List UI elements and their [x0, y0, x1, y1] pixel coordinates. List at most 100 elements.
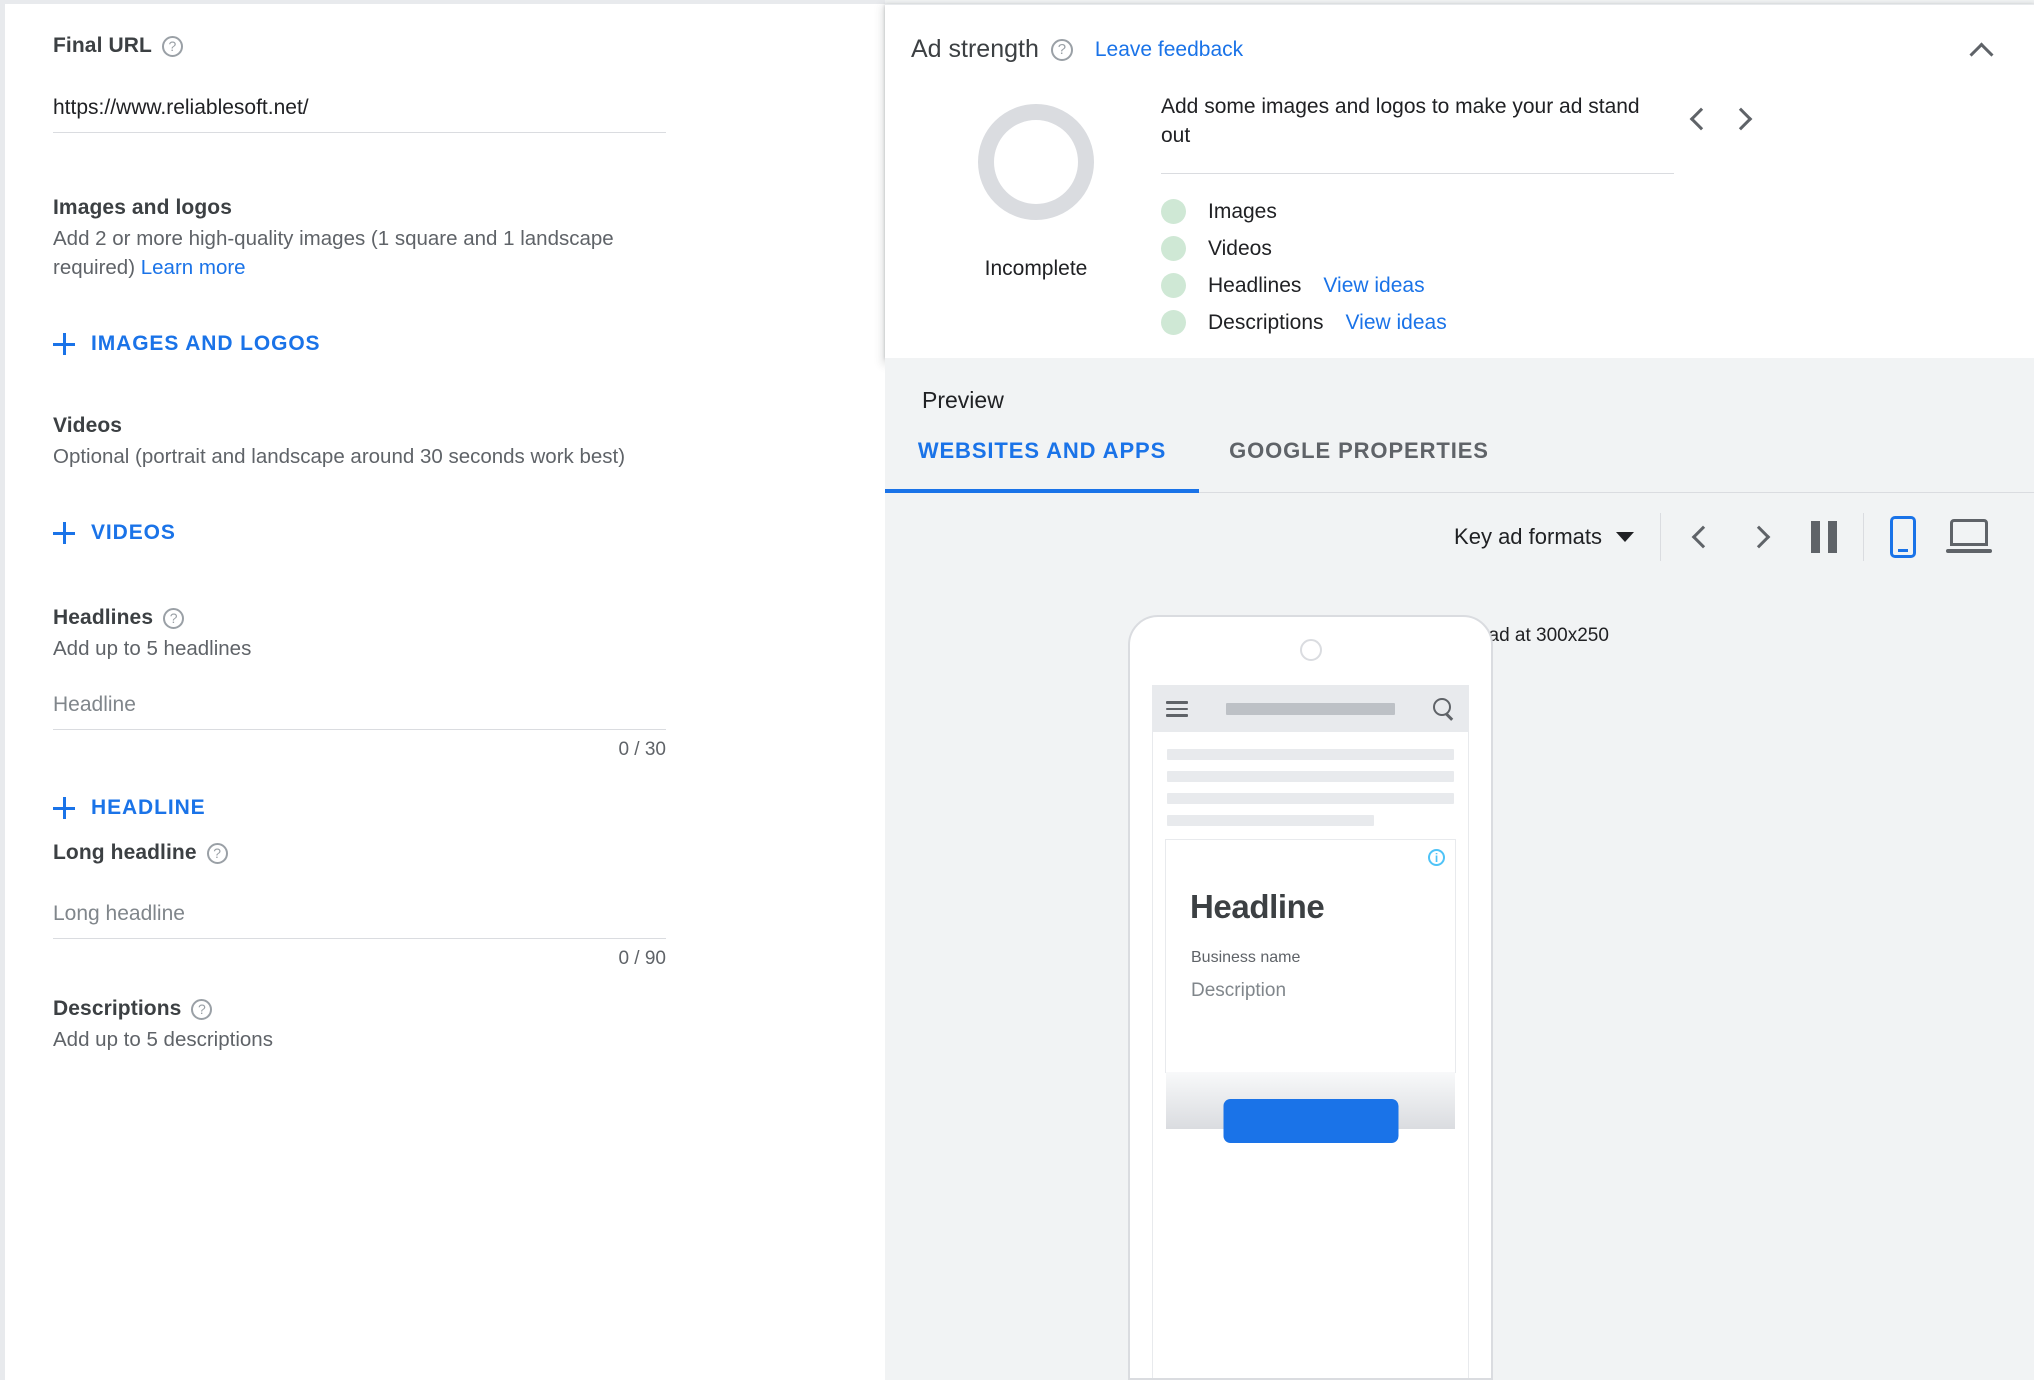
laptop-device-icon[interactable] — [1946, 519, 1992, 555]
ads-editor-screen: Final URL ? https://www.reliablesoft.net… — [0, 0, 2034, 1380]
add-headline-button[interactable]: HEADLINE — [53, 796, 666, 820]
chevron-up-icon[interactable] — [1970, 37, 1996, 63]
add-videos-button[interactable]: VIDEOS — [53, 521, 625, 545]
mock-browser-bar — [1153, 686, 1468, 732]
images-learn-more-link[interactable]: Learn more — [141, 256, 246, 279]
caret-down-icon — [1616, 532, 1634, 542]
strength-donut-ring — [978, 104, 1094, 220]
ad-strength-status: Incomplete — [984, 257, 1088, 280]
descriptions-label: Descriptions — [53, 997, 182, 1020]
view-ideas-link-headlines[interactable]: View ideas — [1323, 274, 1424, 298]
key-ad-formats-select[interactable]: Key ad formats — [1454, 524, 1634, 550]
chevron-right-icon[interactable] — [1749, 524, 1775, 550]
ad-preview-cta-button[interactable] — [1223, 1099, 1398, 1143]
descriptions-description: Add up to 5 descriptions — [53, 1028, 273, 1051]
headlines-label-row: Headlines ? — [53, 606, 666, 630]
plus-icon — [53, 522, 75, 544]
plus-icon — [53, 797, 75, 819]
headlines-label: Headlines — [53, 606, 154, 629]
long-headline-counter: 0 / 90 — [618, 948, 666, 969]
status-dot-icon — [1161, 199, 1186, 224]
images-and-logos-section: Images and logos Add 2 or more high-qual… — [53, 196, 653, 356]
videos-label: Videos — [53, 414, 123, 437]
final-url-section: Final URL ? https://www.reliablesoft.net… — [53, 34, 666, 133]
mock-search-field — [1226, 703, 1395, 715]
toolbar-divider — [1660, 513, 1661, 561]
pause-icon[interactable] — [1811, 521, 1837, 553]
status-dot-icon — [1161, 236, 1186, 261]
headlines-section: Headlines ? Add up to 5 headlines Headli… — [53, 606, 666, 820]
view-ideas-link-descriptions[interactable]: View ideas — [1346, 311, 1447, 335]
final-url-field[interactable]: https://www.reliablesoft.net/ — [53, 90, 666, 133]
phone-screen: i Headline Business name Description — [1152, 685, 1469, 1378]
tab-websites-and-apps[interactable]: WEBSITES AND APPS — [885, 438, 1199, 493]
list-item: Images — [1161, 193, 1996, 230]
ad-strength-gauge: Incomplete — [911, 78, 1161, 341]
ad-info-icon[interactable]: i — [1428, 849, 1445, 866]
ad-strength-details: Add some images and logos to make your a… — [1161, 78, 1996, 341]
ad-preview-card: i Headline Business name Description — [1165, 839, 1456, 1143]
final-url-label: Final URL — [53, 34, 152, 57]
mock-content-skeleton — [1153, 732, 1468, 826]
add-images-and-logos-button[interactable]: IMAGES AND LOGOS — [53, 332, 653, 356]
descriptions-section: Descriptions ? Add up to 5 descriptions — [53, 997, 273, 1054]
help-circle-icon[interactable]: ? — [161, 35, 183, 57]
long-headline-input[interactable]: Long headline — [53, 896, 666, 938]
long-headline-field[interactable]: Long headline 0 / 90 — [53, 896, 666, 970]
suggestion-nav — [1685, 92, 1757, 132]
chevron-right-icon[interactable] — [1731, 106, 1757, 132]
final-url-label-row: Final URL ? — [53, 34, 666, 58]
help-circle-icon[interactable]: ? — [163, 607, 185, 629]
preview-toolbar: Key ad formats — [885, 493, 2034, 581]
chevron-left-icon[interactable] — [1687, 524, 1713, 550]
headline-field[interactable]: Headline 0 / 30 — [53, 687, 666, 761]
ad-form-panel: Final URL ? https://www.reliablesoft.net… — [0, 0, 885, 1380]
help-circle-icon[interactable]: ? — [206, 842, 228, 864]
images-and-logos-description-text: Add 2 or more high-quality images (1 squ… — [53, 227, 614, 279]
device-toggle-group — [1890, 516, 1992, 558]
list-item: Descriptions View ideas — [1161, 304, 1996, 341]
phone-mockup: i Headline Business name Description — [1128, 615, 1493, 1380]
help-circle-icon[interactable]: ? — [191, 998, 213, 1020]
key-ad-formats-label: Key ad formats — [1454, 524, 1602, 549]
leave-feedback-link[interactable]: Leave feedback — [1095, 38, 1243, 62]
final-url-input[interactable]: https://www.reliablesoft.net/ — [53, 90, 666, 132]
status-dot-icon — [1161, 310, 1186, 335]
help-circle-icon[interactable]: ? — [1050, 38, 1073, 61]
ad-strength-header: Ad strength ? Leave feedback — [885, 5, 2034, 64]
ad-strength-card: Ad strength ? Leave feedback Incomplete … — [885, 4, 2034, 358]
add-headline-label: HEADLINE — [91, 796, 206, 819]
preview-and-strength-column: Ad strength ? Leave feedback Incomplete … — [885, 0, 2034, 1380]
headline-input[interactable]: Headline — [53, 687, 666, 729]
preview-title: Preview — [922, 387, 1004, 413]
preview-nav-controls — [1687, 521, 1837, 553]
long-headline-label: Long headline — [53, 841, 197, 864]
ad-preview-business-name: Business name — [1191, 949, 1301, 966]
checklist-label: Images — [1208, 199, 1277, 223]
checklist-label: Headlines — [1208, 273, 1302, 297]
ad-preview-description: Description — [1191, 980, 1287, 1001]
tab-google-properties[interactable]: GOOGLE PROPERTIES — [1199, 438, 1519, 492]
speaker-dot-icon — [1299, 639, 1322, 661]
hamburger-menu-icon — [1166, 697, 1188, 721]
preview-tabs: WEBSITES AND APPS GOOGLE PROPERTIES — [885, 438, 2034, 493]
preview-panel: Preview WEBSITES AND APPS GOOGLE PROPERT… — [885, 358, 2034, 1380]
suggestion-carousel: Add some images and logos to make your a… — [1161, 92, 1996, 150]
chevron-left-icon[interactable] — [1685, 106, 1711, 132]
suggestion-text: Add some images and logos to make your a… — [1161, 95, 1640, 147]
videos-section: Videos Optional (portrait and landscape … — [53, 414, 625, 545]
add-videos-label: VIDEOS — [91, 521, 176, 544]
mobile-device-icon[interactable] — [1890, 516, 1916, 558]
checklist-label: Videos — [1208, 236, 1272, 260]
plus-icon — [53, 333, 75, 355]
images-and-logos-label: Images and logos — [53, 196, 232, 219]
ad-strength-title: Ad strength — [911, 35, 1039, 63]
final-url-underline — [53, 132, 666, 133]
list-item: Videos — [1161, 230, 1996, 267]
add-images-and-logos-label: IMAGES AND LOGOS — [91, 332, 321, 355]
headlines-description: Add up to 5 headlines — [53, 637, 252, 660]
long-headline-section: Long headline ? Long headline 0 / 90 — [53, 841, 666, 970]
suggestion-divider — [1161, 173, 1674, 174]
ad-strength-checklist: Images Videos Headlines View ideas Descr… — [1161, 193, 1996, 341]
images-and-logos-description: Add 2 or more high-quality images (1 squ… — [53, 224, 653, 282]
